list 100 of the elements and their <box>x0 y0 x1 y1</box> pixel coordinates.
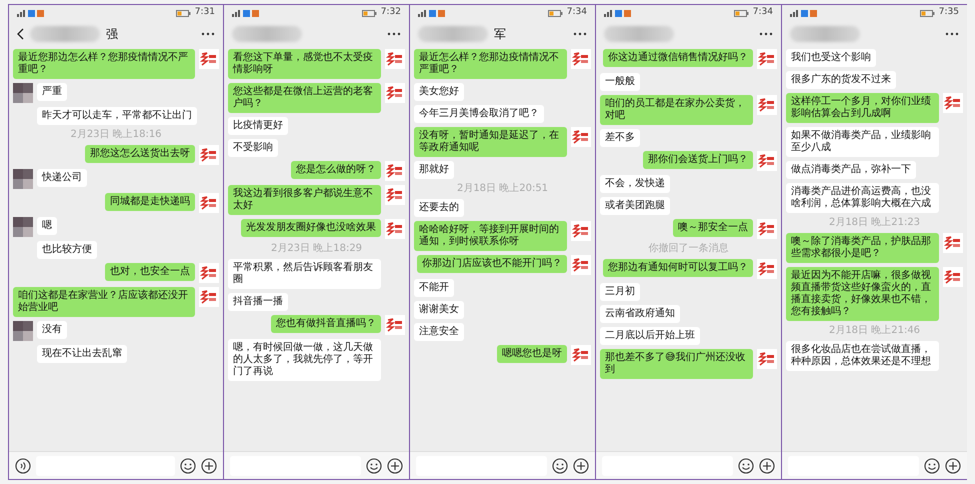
message-bubble: 美女您好 <box>414 83 464 101</box>
contact-name-blur <box>30 26 100 42</box>
status-icons <box>232 8 260 18</box>
message-bubble: 一般般 <box>600 73 640 91</box>
message-bubble: 不会，发快递 <box>600 175 670 193</box>
logo-avatar-icon[interactable] <box>199 287 219 307</box>
logo-avatar-icon[interactable] <box>199 263 219 283</box>
plus-icon[interactable] <box>945 458 961 474</box>
message-bubble: 咱们这都是在家营业？店应该都还没开始营业吧 <box>13 287 195 317</box>
logo-avatar-icon[interactable] <box>943 93 963 113</box>
plus-icon[interactable] <box>759 458 775 474</box>
more-icon[interactable] <box>387 32 401 36</box>
voice-icon[interactable] <box>15 458 31 474</box>
logo-avatar-icon[interactable] <box>571 345 591 365</box>
message-bubble: 注意安全 <box>414 323 464 341</box>
message-bubble: 那您这怎么送货出去呀 <box>85 145 195 163</box>
message-bubble: 同城都是走快递吗 <box>105 193 195 211</box>
more-icon[interactable] <box>759 32 773 36</box>
message-bubble: 你那边门店应该也不能开门吗？ <box>417 255 567 273</box>
battery-icon <box>176 10 191 16</box>
message-bubble: 比疫情更好 <box>228 117 288 135</box>
message-bubble: 也比较方便 <box>37 241 97 259</box>
logo-avatar-icon[interactable] <box>385 219 405 239</box>
message-bubble: 看您这下单量，感觉也不太受疫情影响呀 <box>228 49 381 79</box>
message-bubble: 噢～除了消毒类产品，护肤品那些需求都很小是吧？ <box>786 233 939 263</box>
message-bubble: 咱们的员工都是在家办公卖货，对吧 <box>600 95 753 125</box>
message-bubble: 嗯，有时候回做一做，这几天做的人太多了，我就先停了，等开门了再说 <box>228 339 381 381</box>
message-bubble: 那也差不多了😅我们广州还没收到 <box>600 349 753 379</box>
logo-avatar-icon[interactable] <box>757 95 777 115</box>
message-bubble: 如果不做消毒类产品，业绩影响至少八成 <box>786 127 939 157</box>
message-bubble: 三月初 <box>600 283 640 301</box>
emoji-icon[interactable] <box>738 458 754 474</box>
message-bubble: 谢谢美女 <box>414 301 464 319</box>
contact-name-blur <box>232 26 302 42</box>
plus-icon[interactable] <box>201 458 217 474</box>
plus-icon[interactable] <box>387 458 403 474</box>
status-time: 7:34 <box>752 6 773 20</box>
logo-avatar-icon[interactable] <box>199 145 219 165</box>
logo-avatar-icon[interactable] <box>757 49 777 69</box>
message-bubble: 也对，也安全一点 <box>105 263 195 281</box>
message-bubble: 或者美团跑腿 <box>600 197 670 215</box>
status-icons <box>604 8 632 18</box>
emoji-icon[interactable] <box>366 458 382 474</box>
message-bubble: 最近怎么样？您那边疫情情况不严重吧？ <box>414 49 567 79</box>
message-bubble: 二月底以后开始上班 <box>600 327 700 345</box>
battery-icon <box>920 10 935 16</box>
emoji-icon[interactable] <box>924 458 940 474</box>
message-bubble: 嗯 <box>37 217 57 235</box>
message-bubble: 平常积累，然后告诉顾客看朋友圈 <box>228 259 381 289</box>
message-bubble: 最近因为不能开店嘛，很多做视频直播带货这些好像蛮火的，直播直接卖货，好像效果也不错，您有接触吗？ <box>786 267 939 321</box>
avatar-icon[interactable] <box>13 83 33 103</box>
message-bubble: 嗯嗯您也是呀 <box>497 345 567 363</box>
emoji-icon[interactable] <box>552 458 568 474</box>
logo-avatar-icon[interactable] <box>757 219 777 239</box>
logo-avatar-icon[interactable] <box>385 315 405 335</box>
message-bubble: 这样停工一个多月，对你们业绩影响估算会占到几成啊 <box>786 93 939 123</box>
plus-icon[interactable] <box>573 458 589 474</box>
logo-avatar-icon[interactable] <box>757 151 777 171</box>
message-bubble: 云南省政府通知 <box>600 305 680 323</box>
contact-name-blur <box>790 26 860 42</box>
logo-avatar-icon[interactable] <box>385 83 405 103</box>
logo-avatar-icon[interactable] <box>199 49 219 69</box>
status-time: 7:35 <box>938 6 959 20</box>
logo-avatar-icon[interactable] <box>943 233 963 253</box>
logo-avatar-icon[interactable] <box>943 267 963 287</box>
emoji-icon[interactable] <box>180 458 196 474</box>
more-icon[interactable] <box>945 32 959 36</box>
back-icon[interactable] <box>17 28 24 40</box>
message-bubble: 没有呀，暂时通知是延迟了，在等政府通知呢 <box>414 127 567 157</box>
logo-avatar-icon[interactable] <box>199 193 219 213</box>
avatar-icon[interactable] <box>13 321 33 341</box>
logo-avatar-icon[interactable] <box>757 349 777 369</box>
message-bubble: 昨天才可以走车，平常都不让出门 <box>37 107 197 125</box>
message-bubble: 抖音播一播 <box>228 293 288 311</box>
logo-avatar-icon[interactable] <box>385 185 405 205</box>
message-bubble: 您那边有通知何时可以复工吗？ <box>603 259 753 277</box>
avatar-icon[interactable] <box>13 217 33 237</box>
timestamp: 2月18日 晚上20:51 <box>456 183 548 195</box>
message-bubble: 不能开 <box>414 279 454 297</box>
message-bubble: 现在不让出去乱窜 <box>37 345 127 363</box>
logo-avatar-icon[interactable] <box>571 49 591 69</box>
logo-avatar-icon[interactable] <box>571 127 591 147</box>
battery-icon <box>548 10 563 16</box>
logo-avatar-icon[interactable] <box>385 161 405 181</box>
message-bubble: 严重 <box>37 83 67 101</box>
message-bubble: 您这些都是在微信上运营的老客户吗？ <box>228 83 381 113</box>
battery-icon <box>362 10 377 16</box>
status-icons <box>790 8 818 18</box>
message-bubble: 我这边看到很多客户都说生意不太好 <box>228 185 381 215</box>
logo-avatar-icon[interactable] <box>571 221 591 241</box>
logo-avatar-icon[interactable] <box>385 49 405 69</box>
message-bubble: 您是怎么做的呀？ <box>291 161 381 179</box>
avatar-icon[interactable] <box>13 169 33 189</box>
logo-avatar-icon[interactable] <box>757 259 777 279</box>
contact-name-blur <box>604 26 674 42</box>
more-icon[interactable] <box>201 32 215 36</box>
timestamp: 2月18日 晚上21:23 <box>828 217 920 229</box>
status-time: 7:31 <box>194 6 215 20</box>
logo-avatar-icon[interactable] <box>571 255 591 275</box>
more-icon[interactable] <box>573 32 587 36</box>
